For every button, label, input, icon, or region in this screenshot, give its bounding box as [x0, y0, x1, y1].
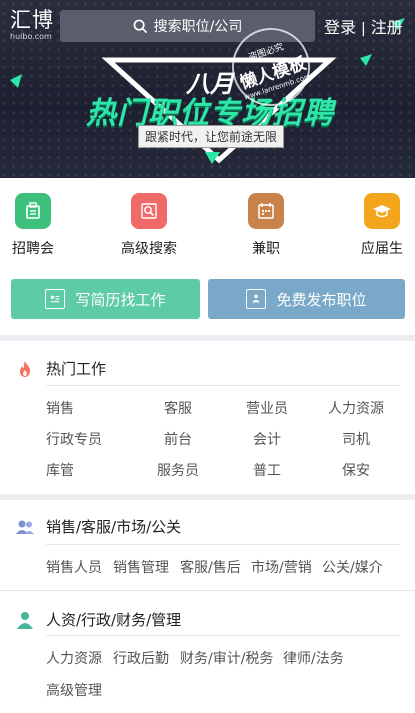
search-placeholder: 搜索职位/公司 — [153, 19, 243, 35]
auth-links: 登录 | 注册 — [324, 14, 403, 38]
graduate-icon — [364, 193, 400, 229]
hot-jobs-header: 热门工作 — [0, 350, 415, 390]
category-label: 招聘会 — [12, 241, 54, 257]
job-link[interactable]: 客服/售后 — [180, 557, 241, 577]
job-link[interactable]: 行政专员 — [46, 429, 102, 449]
sales-group-title: 销售/客服/市场/公关 — [46, 518, 182, 536]
job-link[interactable]: 人力资源 — [328, 398, 384, 418]
job-link[interactable]: 行政后勤 — [113, 648, 169, 668]
job-link[interactable]: 服务员 — [157, 460, 199, 480]
category-label: 兼职 — [252, 241, 280, 257]
job-link[interactable]: 会计 — [253, 429, 281, 449]
job-link[interactable]: 公关/媒介 — [322, 557, 383, 577]
sales-job-list: 销售人员 销售管理 客服/售后 市场/营销 公关/媒介 — [0, 557, 415, 581]
job-link[interactable]: 人力资源 — [46, 648, 102, 668]
write-resume-label: 写简历找工作 — [75, 290, 166, 309]
job-link[interactable]: 前台 — [164, 429, 192, 449]
person-icon — [17, 612, 33, 629]
people-icon — [16, 520, 34, 534]
category-label: 高级搜索 — [121, 241, 177, 257]
post-job-label: 免费发布职位 — [276, 290, 367, 309]
job-link[interactable]: 销售管理 — [113, 557, 169, 577]
job-fair-icon — [15, 193, 51, 229]
job-link[interactable]: 高级管理 — [46, 680, 102, 700]
hot-jobs-title: 热门工作 — [46, 360, 107, 378]
logo-domain: huibo.com — [10, 32, 52, 41]
divider — [46, 385, 400, 386]
post-job-icon — [246, 289, 267, 309]
hr-group-title: 人资/行政/财务/管理 — [46, 611, 182, 629]
top-bar: 汇博 huibo.com 搜索职位/公司 登录 | 注册 — [0, 0, 415, 52]
divider — [46, 635, 400, 636]
job-link[interactable]: 普工 — [253, 460, 281, 480]
write-resume-button[interactable]: 写简历找工作 — [11, 279, 200, 319]
post-job-button[interactable]: 免费发布职位 — [208, 279, 405, 319]
section-separator — [0, 494, 415, 500]
job-link[interactable]: 库管 — [46, 460, 74, 480]
site-logo[interactable]: 汇博 huibo.com — [10, 9, 54, 41]
job-link[interactable]: 市场/营销 — [251, 557, 312, 577]
sales-group-header: 销售/客服/市场/公关 — [0, 508, 415, 548]
section-separator — [0, 335, 415, 341]
job-link[interactable]: 保安 — [342, 460, 370, 480]
job-link[interactable]: 财务/审计/税务 — [180, 648, 273, 668]
resume-icon — [45, 289, 66, 309]
fire-icon — [20, 361, 30, 377]
job-link[interactable]: 律师/法务 — [283, 648, 344, 668]
banner-subtitle: 跟紧时代，让您前途无限 — [138, 125, 285, 148]
search-icon — [133, 19, 147, 33]
job-link[interactable]: 销售人员 — [46, 557, 102, 577]
job-link[interactable]: 客服 — [164, 398, 192, 418]
login-link[interactable]: 登录 — [324, 18, 356, 37]
logo-text: 汇博 — [10, 8, 54, 32]
category-graduate[interactable]: 应届生 — [358, 193, 406, 258]
job-link[interactable]: 销售 — [46, 398, 74, 418]
register-link[interactable]: 注册 — [371, 18, 403, 37]
category-part-time[interactable]: 兼职 — [248, 193, 284, 258]
hot-jobs-grid: 销售 客服 营业员 人力资源 行政专员 前台 会计 司机 库管 服务员 普工 保… — [0, 398, 415, 488]
category-advanced-search[interactable]: 高级搜索 — [118, 193, 180, 258]
promo-banner[interactable]: 汇博 huibo.com 搜索职位/公司 登录 | 注册 八月 热门职位专场招聘 跟… — [0, 0, 415, 178]
hr-job-list: 人力资源 行政后勤 财务/审计/税务 律师/法务 高级管理 — [0, 648, 415, 708]
part-time-icon — [248, 193, 284, 229]
category-shortcuts: 招聘会 高级搜索 兼职 应届生 — [0, 193, 415, 263]
category-job-fair[interactable]: 招聘会 — [10, 193, 56, 258]
job-link[interactable]: 营业员 — [246, 398, 288, 418]
auth-divider: | — [361, 21, 366, 37]
category-label: 应届生 — [361, 241, 403, 257]
divider — [46, 544, 400, 545]
job-link[interactable]: 司机 — [342, 429, 370, 449]
advanced-search-icon — [131, 193, 167, 229]
divider — [0, 590, 415, 591]
